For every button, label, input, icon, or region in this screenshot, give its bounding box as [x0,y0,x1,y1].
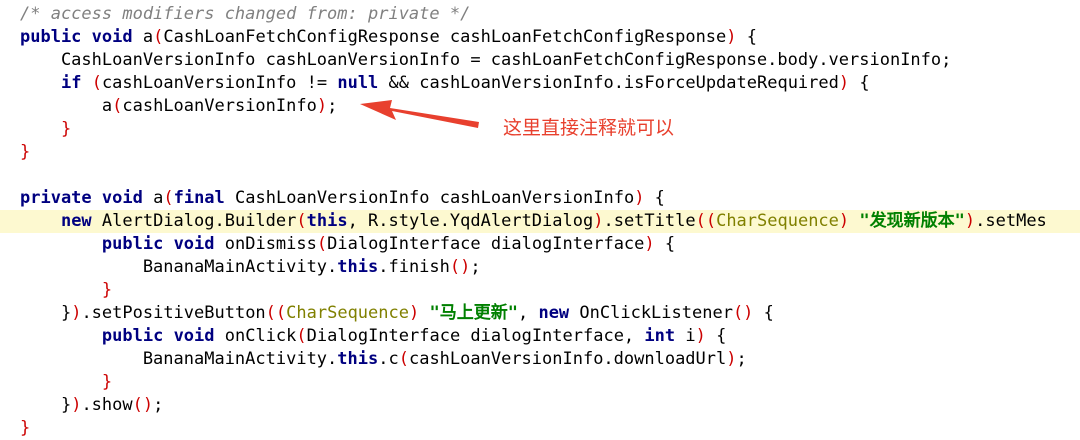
annotation-arrow-icon [360,100,479,128]
annotation-note: 这里直接注释就可以 [503,117,675,139]
